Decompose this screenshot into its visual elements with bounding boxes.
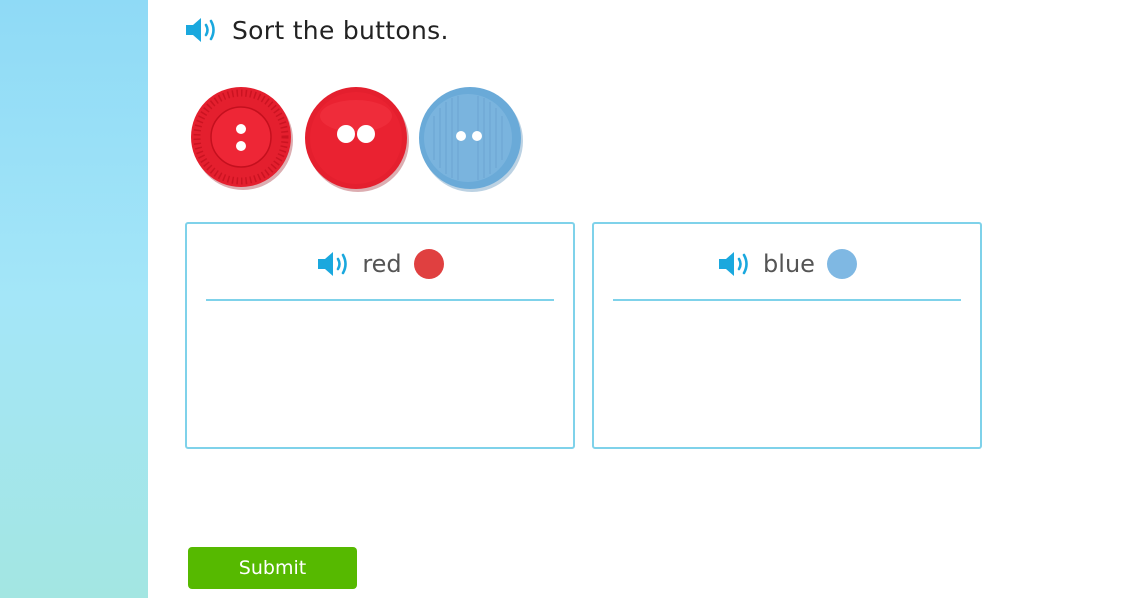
drop-zone-red[interactable] (206, 304, 554, 439)
question-row: Sort the buttons. (184, 12, 449, 48)
category-label: blue (763, 250, 815, 278)
speaker-icon[interactable] (184, 14, 220, 46)
red-button-plain[interactable] (304, 86, 409, 192)
sort-box-header: blue (594, 244, 980, 284)
left-sidebar (0, 0, 148, 598)
question-text: Sort the buttons. (232, 15, 449, 45)
category-label: red (362, 250, 402, 278)
sort-box-blue[interactable]: blue (592, 222, 982, 449)
practice-area: Sort the buttons. red blue Submit (148, 0, 1133, 598)
sort-box-header: red (187, 244, 573, 284)
blue-swatch (826, 249, 857, 279)
blue-button-striped[interactable] (418, 86, 523, 192)
red-button-textured[interactable] (190, 86, 294, 190)
drop-zone-blue[interactable] (613, 304, 961, 439)
speaker-icon[interactable] (316, 248, 352, 280)
divider (613, 299, 961, 301)
red-swatch (413, 249, 444, 279)
sort-box-red[interactable]: red (185, 222, 575, 449)
speaker-icon[interactable] (717, 248, 753, 280)
divider (206, 299, 554, 301)
submit-button[interactable]: Submit (188, 547, 357, 589)
